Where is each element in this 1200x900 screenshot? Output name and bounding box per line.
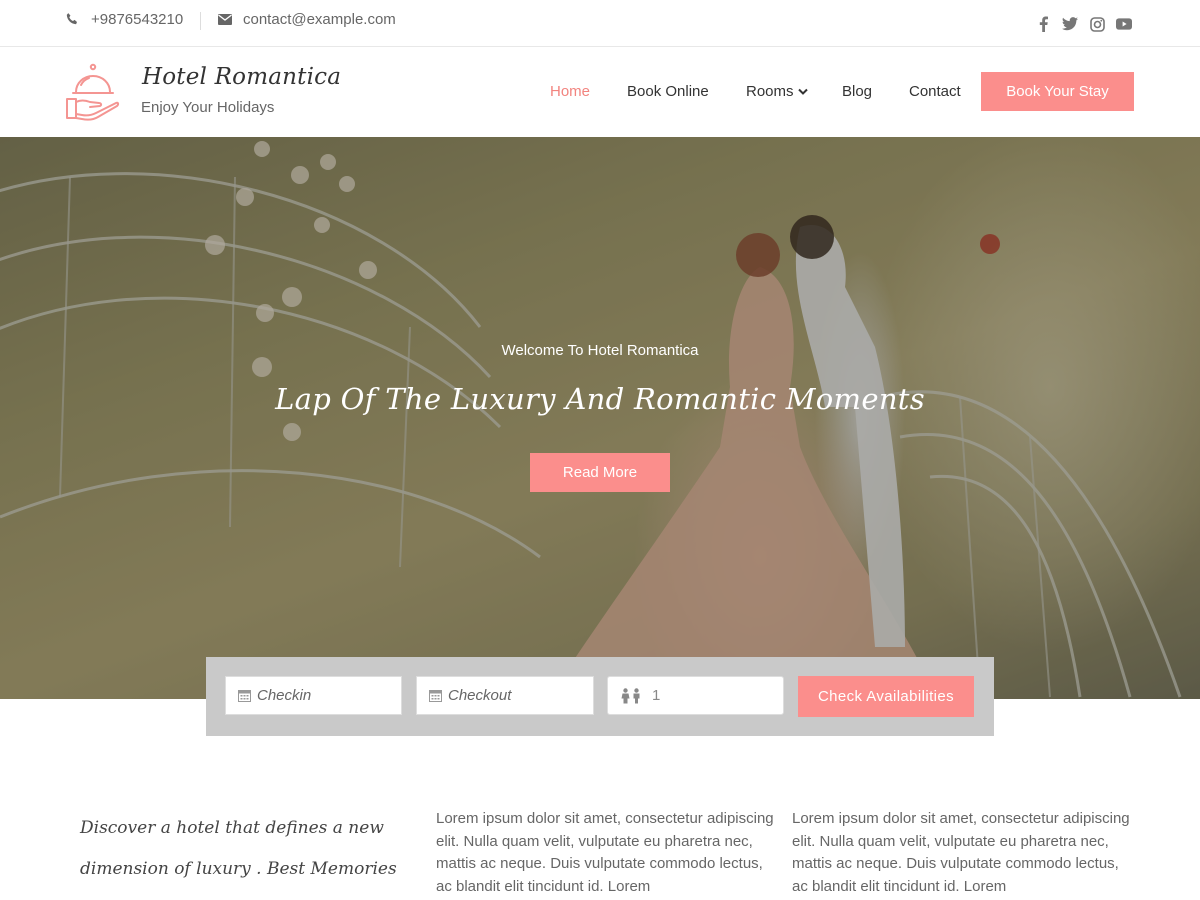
phone-number: +9876543210 <box>91 11 184 28</box>
nav-contact[interactable]: Contact <box>909 83 961 100</box>
site-header: Hotel Romantica Enjoy Your Holidays Home… <box>0 47 1200 137</box>
youtube-icon[interactable] <box>1116 16 1132 32</box>
nav-rooms[interactable]: Rooms <box>746 83 808 100</box>
checkin-placeholder: Checkin <box>257 687 312 704</box>
calendar-icon <box>429 690 442 702</box>
nav-rooms-label: Rooms <box>746 83 794 100</box>
divider <box>200 12 201 30</box>
top-bar: +9876543210 contact@example.com <box>0 0 1200 47</box>
nav-book-online[interactable]: Book Online <box>627 83 709 100</box>
guests-count: 1 <box>652 687 661 704</box>
content-column-2: Lorem ipsum dolor sit amet, consectetur … <box>792 810 1130 895</box>
twitter-icon[interactable] <box>1062 16 1078 32</box>
booking-bar: Checkin Checkout 1 Check Availabilities <box>206 657 994 736</box>
hero-overlay <box>0 137 1200 699</box>
content-column-1: Lorem ipsum dolor sit amet, consectetur … <box>436 810 774 895</box>
email-contact[interactable]: contact@example.com <box>218 11 396 28</box>
facebook-icon[interactable] <box>1035 16 1051 32</box>
chevron-down-icon <box>797 88 808 95</box>
envelope-icon <box>218 14 232 25</box>
hero-subtitle: Welcome To Hotel Romantica <box>501 342 699 359</box>
phone-contact[interactable]: +9876543210 <box>65 11 183 28</box>
social-links <box>1035 16 1132 32</box>
nav-blog[interactable]: Blog <box>842 83 872 100</box>
check-availabilities-button[interactable]: Check Availabilities <box>798 676 974 717</box>
brand-title[interactable]: Hotel Romantica <box>142 64 341 90</box>
checkout-field[interactable]: Checkout <box>416 676 594 715</box>
nav-home[interactable]: Home <box>550 83 590 100</box>
intro-text: Discover a hotel that defines a new dime… <box>80 818 397 879</box>
hero-banner: Welcome To Hotel Romantica Lap Of The Lu… <box>0 137 1200 699</box>
email-address: contact@example.com <box>243 11 396 28</box>
brand-tagline: Enjoy Your Holidays <box>141 99 275 116</box>
guests-field[interactable]: 1 <box>607 676 784 715</box>
book-your-stay-button[interactable]: Book Your Stay <box>981 72 1134 111</box>
instagram-icon[interactable] <box>1089 16 1105 32</box>
phone-icon <box>66 13 77 25</box>
guests-icon <box>621 687 640 703</box>
checkout-placeholder: Checkout <box>448 687 512 704</box>
read-more-button[interactable]: Read More <box>530 453 670 492</box>
calendar-icon <box>238 690 251 702</box>
hero-title: Lap Of The Luxury And Romantic Moments <box>275 382 925 416</box>
cloche-logo-icon[interactable] <box>64 62 124 127</box>
checkin-field[interactable]: Checkin <box>225 676 402 715</box>
